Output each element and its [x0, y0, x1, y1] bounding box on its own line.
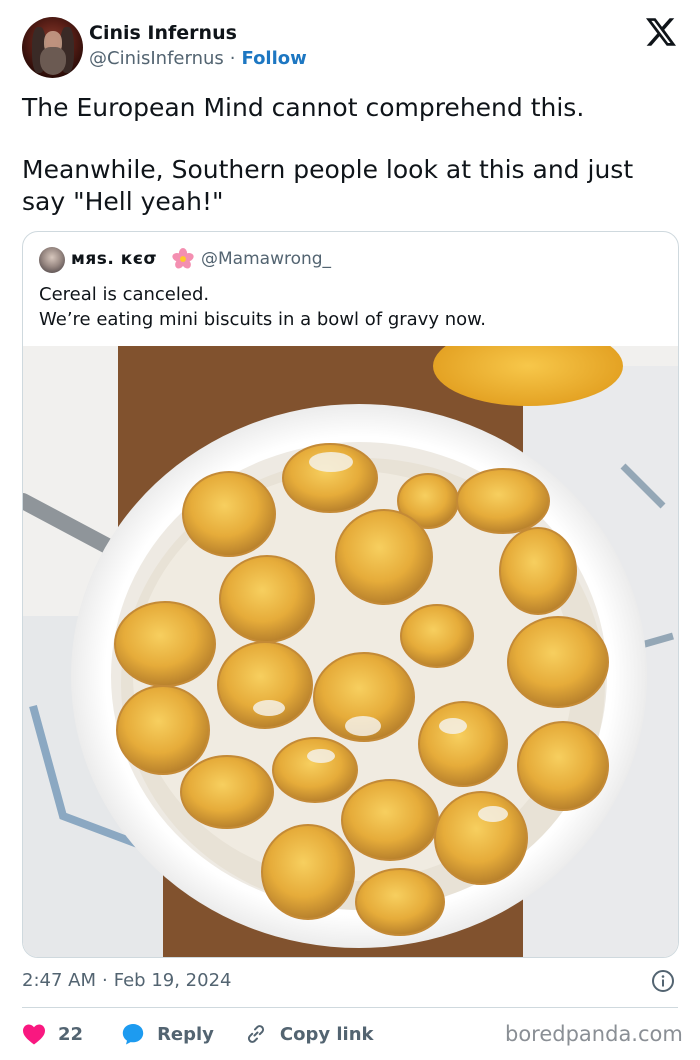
tweet-paragraph: Meanwhile, Southern people look at this …	[22, 155, 634, 216]
like-count: 22	[58, 1023, 84, 1045]
quote-avatar[interactable]	[39, 247, 65, 273]
timestamp-time: 2:47 AM	[22, 970, 96, 991]
tweet-paragraph: The European Mind cannot comprehend this…	[22, 93, 585, 122]
x-logo-icon[interactable]	[646, 18, 676, 46]
watermark: boredpanda.com	[505, 1022, 683, 1046]
author-avatar[interactable]	[22, 17, 83, 78]
reply-label: Reply	[157, 1023, 214, 1045]
author-meta: @CinisInfernus · Follow	[89, 48, 307, 69]
quote-text: Cereal is canceled. We’re eating mini bi…	[39, 282, 659, 332]
follow-button[interactable]: Follow	[242, 48, 307, 69]
quote-author-name[interactable]: мяѕ. кєσ	[71, 249, 157, 269]
tweet-card: Cinis Infernus @CinisInfernus · Follow The…	[0, 0, 700, 1060]
quote-line: Cereal is canceled.	[39, 284, 210, 305]
reply-button[interactable]: Reply	[121, 1022, 214, 1046]
link-icon	[247, 1025, 264, 1043]
separator-dot: ·	[229, 48, 236, 69]
tweet-text: The European Mind cannot comprehend this…	[22, 92, 678, 218]
copy-link-label: Copy link	[279, 1023, 374, 1045]
copy-link-button[interactable]: Copy link	[244, 1022, 374, 1046]
separator-dot: ·	[102, 970, 108, 991]
author-handle[interactable]: @CinisInfernus	[89, 48, 224, 69]
heart-icon	[23, 1024, 45, 1045]
quote-author-handle[interactable]: @Mamawrong_	[201, 249, 331, 269]
author-name[interactable]: Cinis Infernus	[89, 22, 237, 44]
quoted-tweet[interactable]: мяѕ. кєσ @Mamawrong_ Cereal is canceled.…	[22, 231, 679, 958]
quote-line: We’re eating mini biscuits in a bowl of …	[39, 309, 486, 330]
quote-photo[interactable]	[23, 346, 678, 958]
timestamp-date: Feb 19, 2024	[113, 970, 232, 991]
divider	[22, 1007, 678, 1008]
flower-emoji-icon	[172, 248, 194, 269]
like-button[interactable]: 22	[22, 1023, 83, 1045]
reply-bubble-icon	[122, 1024, 144, 1045]
info-icon[interactable]	[651, 969, 675, 993]
timestamp[interactable]: 2:47 AM · Feb 19, 2024	[22, 970, 231, 991]
action-bar: 22 Reply Copy link	[22, 1019, 374, 1049]
